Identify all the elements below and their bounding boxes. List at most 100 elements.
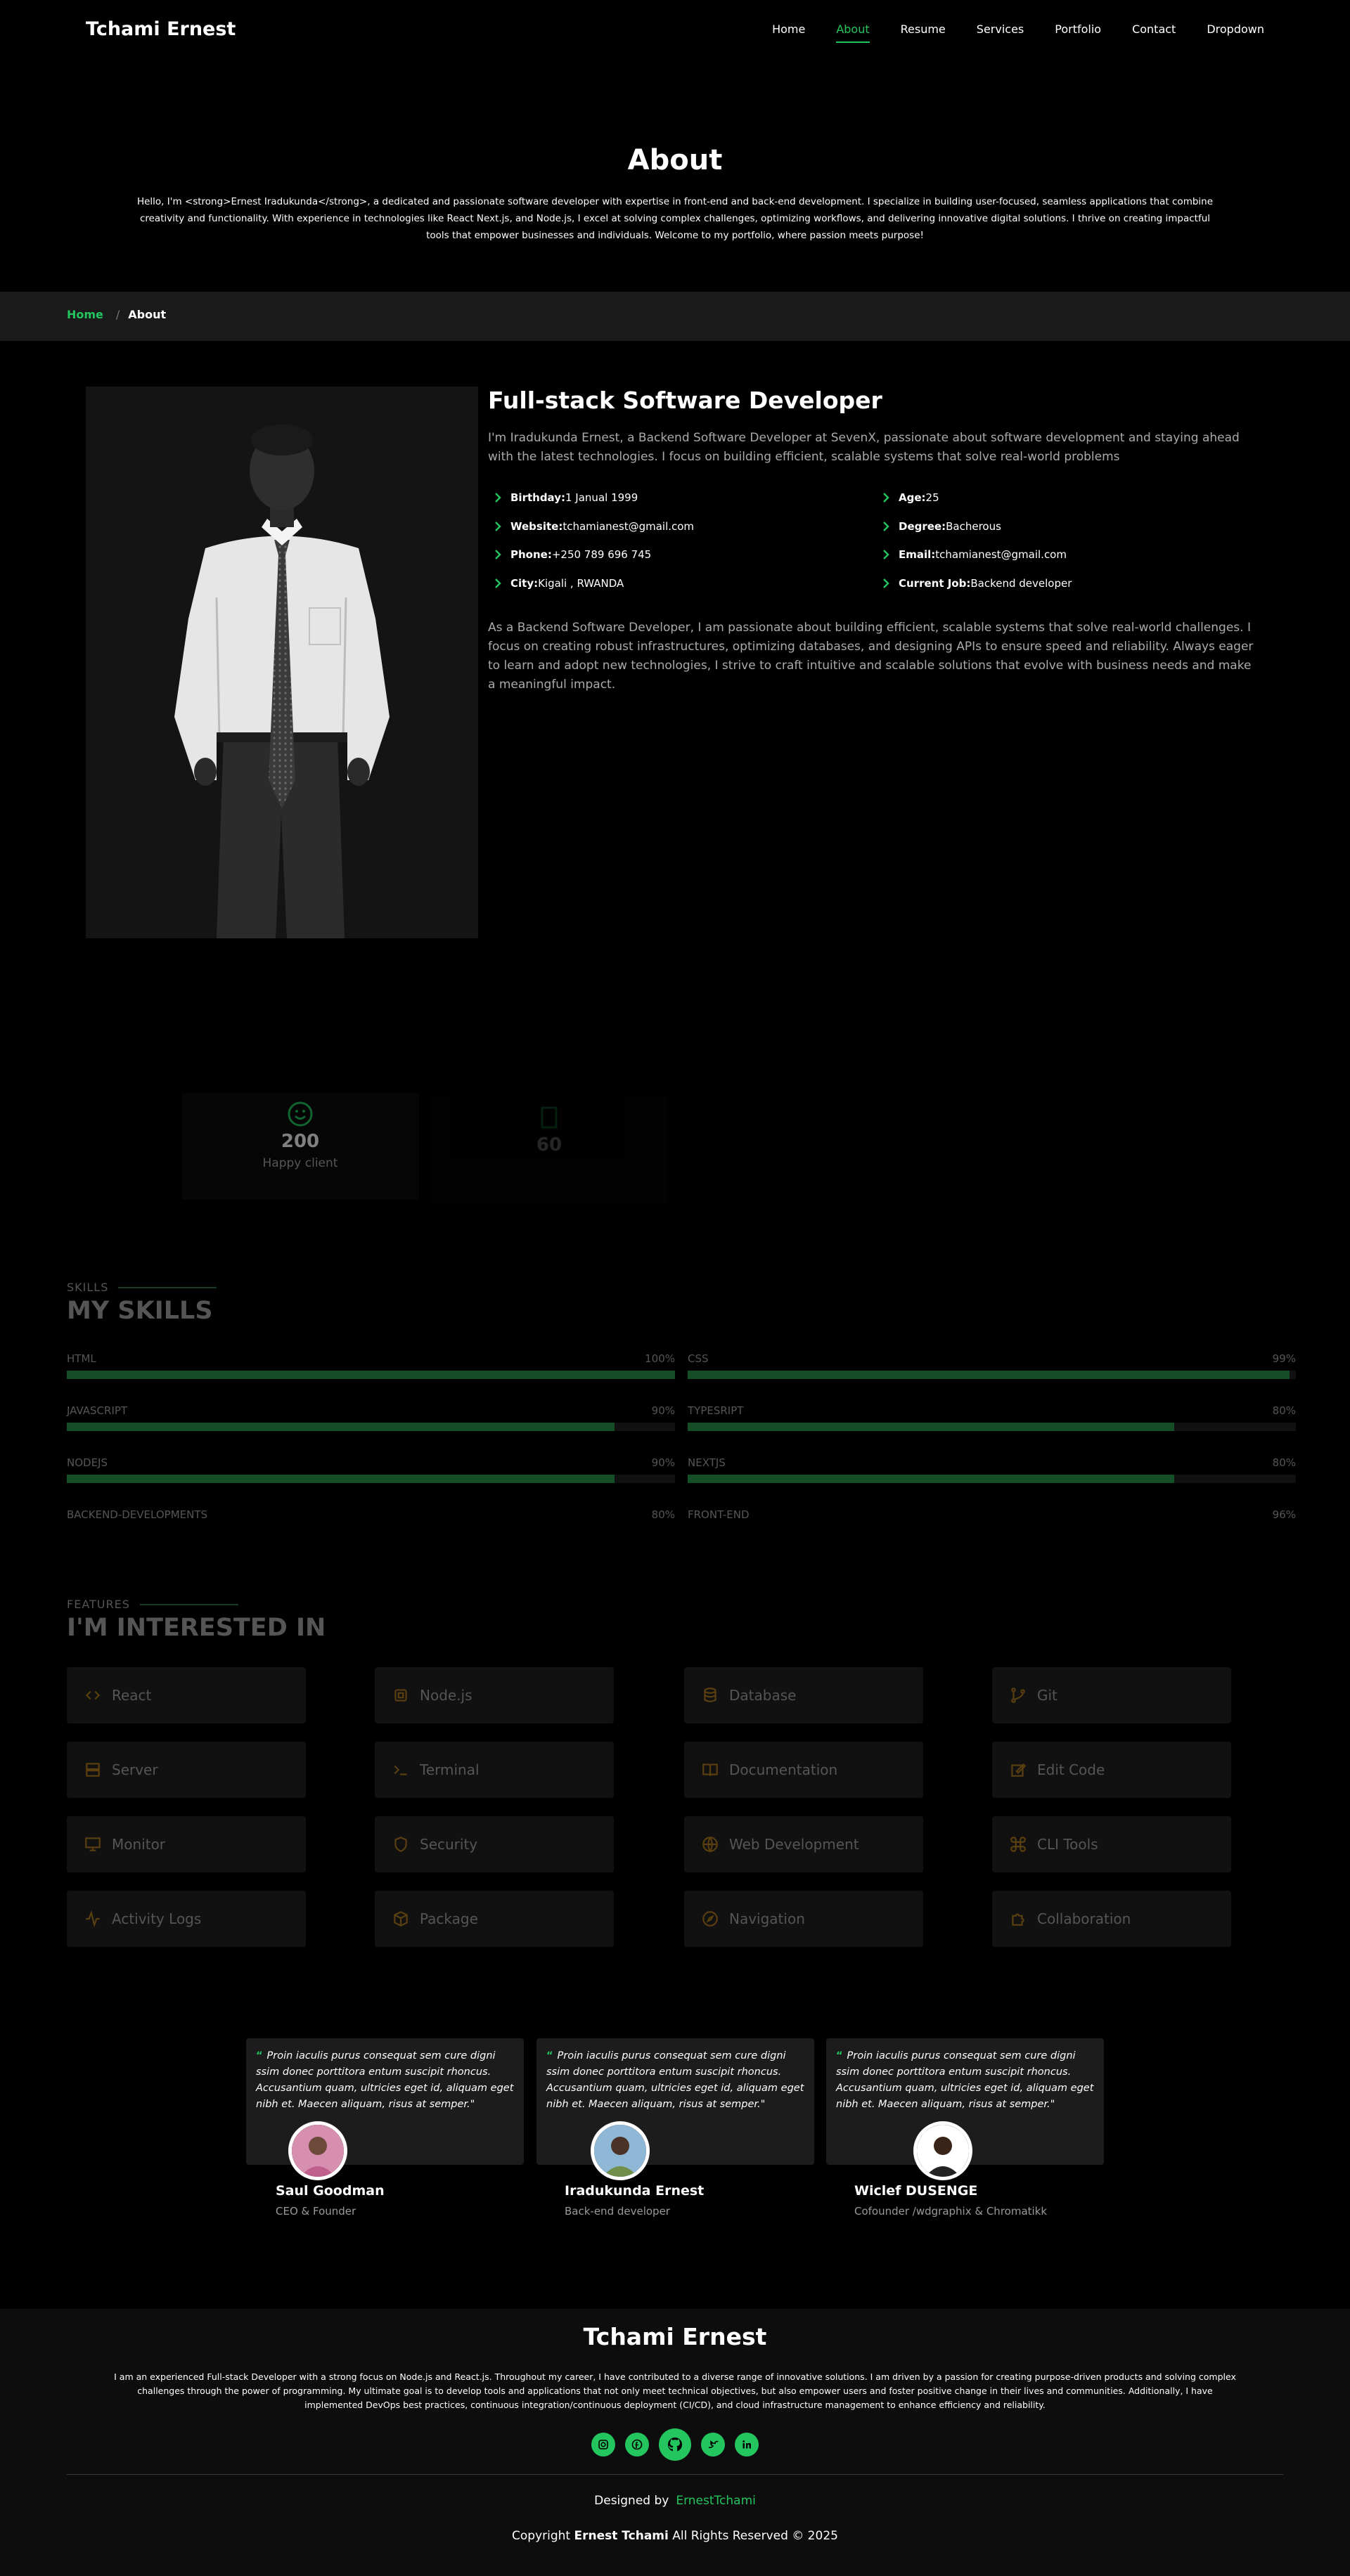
- activity-icon: [86, 1910, 100, 1928]
- feature-server[interactable]: Server: [67, 1742, 306, 1798]
- skill-progress-track: [688, 1423, 1296, 1431]
- feature-nodejs[interactable]: Node.js: [375, 1667, 614, 1723]
- feature-edit-code[interactable]: Edit Code: [992, 1742, 1231, 1798]
- copyright-name: Ernest Tchami: [574, 2529, 669, 2543]
- edit-icon: [1011, 1763, 1027, 1777]
- feature-label: Navigation: [729, 1910, 805, 1927]
- feature-label: React: [112, 1687, 152, 1704]
- feature-terminal[interactable]: Terminal: [375, 1742, 614, 1798]
- nav-services[interactable]: Services: [977, 22, 1024, 36]
- feature-git[interactable]: Git: [992, 1667, 1231, 1723]
- github-icon[interactable]: [659, 2428, 691, 2461]
- package-icon: [394, 1911, 408, 1927]
- facebook-icon[interactable]: [625, 2433, 649, 2457]
- stat-number: 60: [536, 1134, 562, 1156]
- skill-progress-fill: [688, 1475, 1174, 1483]
- feature-react[interactable]: React: [67, 1667, 306, 1723]
- nav-contact[interactable]: Contact: [1132, 22, 1176, 36]
- testimonial-card: “Proin iaculis purus consequat sem cure …: [536, 2038, 814, 2165]
- nav-about[interactable]: About: [836, 22, 870, 43]
- skills-tag-label: SKILLS: [67, 1281, 109, 1294]
- instagram-icon[interactable]: [591, 2433, 615, 2457]
- designed-by: Designed by ErnestTchami: [0, 2494, 1350, 2508]
- shield-icon: [394, 1837, 407, 1852]
- skill-javascript: JAVASCRIPT 90%: [67, 1404, 675, 1431]
- breadcrumb-current: About: [128, 308, 167, 321]
- skills-title: MY SKILLS: [67, 1297, 213, 1325]
- chevron-right-icon: [495, 578, 501, 588]
- skill-css: CSS 99%: [688, 1352, 1296, 1379]
- info-value: tchamianest@gmail.com: [562, 519, 695, 533]
- quote-icon: “: [546, 2050, 553, 2062]
- cpu-icon: [394, 1689, 407, 1702]
- feature-package[interactable]: Package: [375, 1891, 614, 1947]
- skill-frontend: FRONT-END 96%: [688, 1508, 1296, 1522]
- info-value: Kigali , RWANDA: [538, 576, 624, 590]
- info-label: Email:: [899, 548, 936, 562]
- profile-photo: [86, 387, 478, 938]
- feature-database[interactable]: Database: [684, 1667, 923, 1723]
- info-value: Bacherous: [946, 519, 1001, 533]
- database-icon: [704, 1688, 716, 1702]
- feature-label: Monitor: [112, 1836, 166, 1853]
- testimonial-quote: “Proin iaculis purus consequat sem cure …: [546, 2048, 804, 2113]
- feature-label: Edit Code: [1037, 1761, 1105, 1778]
- feature-label: Server: [112, 1761, 158, 1778]
- skills-grid: HTML 100% CSS 99% JAVASCRIPT 90% TYPESRIPT 8…: [0, 1346, 1350, 1522]
- feature-navigation[interactable]: Navigation: [684, 1891, 923, 1947]
- monitor-icon: [85, 1837, 101, 1851]
- nav-dropdown[interactable]: Dropdown: [1207, 22, 1264, 36]
- skill-backend: BACKEND-DEVELOPMENTS 80%: [67, 1508, 675, 1522]
- linkedin-icon[interactable]: [735, 2433, 759, 2457]
- skill-progress-fill: [67, 1423, 615, 1431]
- skill-percent: 80%: [1272, 1456, 1296, 1469]
- avatar: [288, 2121, 347, 2180]
- info-label: Website:: [510, 519, 563, 533]
- nav-portfolio[interactable]: Portfolio: [1055, 22, 1101, 36]
- features-section-tag: FEATURES: [67, 1598, 238, 1611]
- designer-link[interactable]: ErnestTchami: [676, 2494, 756, 2508]
- feature-activity-logs[interactable]: Activity Logs: [67, 1891, 306, 1947]
- globe-icon: [702, 1837, 718, 1853]
- info-value: 25: [925, 491, 939, 505]
- feature-documentation[interactable]: Documentation: [684, 1742, 923, 1798]
- testimonial-quote-text: Proin iaculis purus consequat sem cure d…: [256, 2050, 514, 2110]
- feature-security[interactable]: Security: [375, 1816, 614, 1872]
- info-value: +250 789 696 745: [551, 548, 652, 562]
- main-nav: Home About Resume Services Portfolio Con…: [741, 22, 1264, 43]
- feature-web-development[interactable]: Web Development: [684, 1816, 923, 1872]
- skill-name: TYPESRIPT: [688, 1404, 744, 1417]
- testimonial-card: “Proin iaculis purus consequat sem cure …: [246, 2038, 524, 2165]
- chevron-right-icon: [883, 493, 889, 503]
- info-value: 1 Janual 1999: [565, 491, 638, 505]
- code-icon: [85, 1690, 101, 1700]
- feature-cli-tools[interactable]: CLI Tools: [992, 1816, 1231, 1872]
- twitter-icon[interactable]: [701, 2433, 725, 2457]
- feature-label: Database: [729, 1687, 797, 1704]
- feature-label: Security: [420, 1836, 478, 1853]
- skill-name: NODEJS: [67, 1456, 108, 1469]
- skill-typescript: TYPESRIPT 80%: [688, 1404, 1296, 1431]
- testimonial-name: Iradukunda Ernest: [565, 2183, 705, 2199]
- skill-name: NEXTJS: [688, 1456, 726, 1469]
- breadcrumb-home-link[interactable]: Home: [67, 308, 103, 321]
- testimonial-role: Cofounder /wdgraphix & Chromatikk: [854, 2205, 1048, 2218]
- skill-percent: 100%: [645, 1352, 675, 1365]
- info-label: Phone:: [510, 548, 552, 562]
- nav-resume[interactable]: Resume: [901, 22, 946, 36]
- about-body: As a Backend Software Developer, I am pa…: [488, 621, 1254, 692]
- breadcrumb-separator: /: [115, 308, 120, 321]
- page-title: About: [627, 144, 723, 176]
- info-value: Backend developer: [970, 576, 1072, 590]
- breadcrumb: Home / About: [67, 308, 166, 321]
- feature-collaboration[interactable]: Collaboration: [992, 1891, 1231, 1947]
- skill-name: HTML: [67, 1352, 96, 1365]
- info-website: Website: tchamianest@gmail.com: [491, 512, 694, 541]
- skill-percent: 80%: [1272, 1404, 1296, 1417]
- command-icon: [1010, 1837, 1026, 1852]
- nav-home[interactable]: Home: [772, 22, 805, 36]
- quote-icon: “: [836, 2050, 843, 2062]
- site-logo[interactable]: Tchami Ernest: [86, 18, 236, 40]
- feature-monitor[interactable]: Monitor: [67, 1816, 306, 1872]
- features-tag-label: FEATURES: [67, 1598, 130, 1611]
